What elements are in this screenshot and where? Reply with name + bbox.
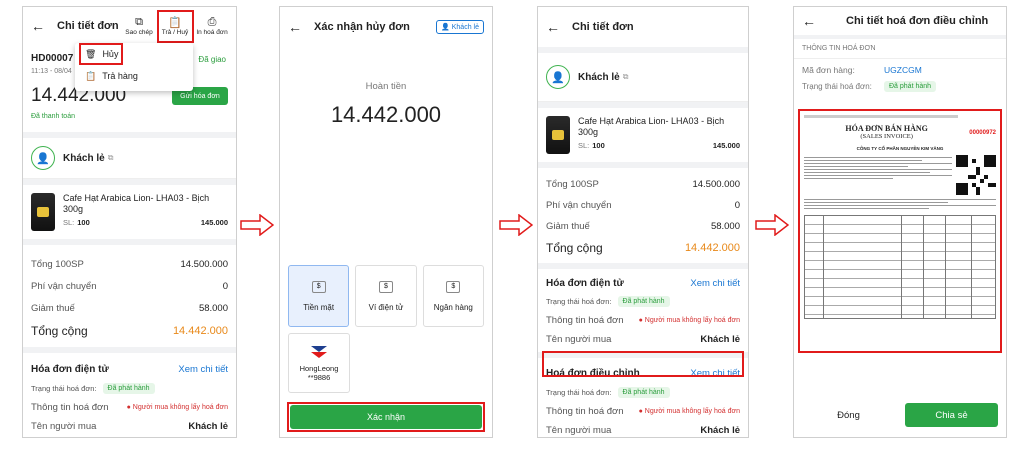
customer-row[interactable]: 👤 Khách lẻ ⧉ xyxy=(23,138,236,179)
grand-total-row: Tổng cộng 14.442.000 xyxy=(546,241,740,255)
summary-row: Phí vận chuyển 0 xyxy=(546,200,740,211)
method-cash[interactable]: $ Tiền mặt xyxy=(288,265,350,327)
back-arrow-icon[interactable]: ← xyxy=(288,19,302,35)
product-image xyxy=(31,193,55,231)
refund-label: Hoàn tiền xyxy=(365,81,407,92)
view-detail-link[interactable]: Xem chi tiết xyxy=(690,278,740,289)
summary-row: Giảm thuế 58.000 xyxy=(31,302,228,314)
status-badge: Đã phát hành xyxy=(102,382,155,394)
method-hongleong[interactable]: HongLeong **9886 xyxy=(288,333,350,393)
summary-row: Tổng 100SP 14.500.000 xyxy=(546,179,740,190)
copy-icon[interactable]: ⧉ xyxy=(108,153,114,163)
user-icon: 👤 xyxy=(441,24,450,31)
einvoice-header: Hóa đơn điện tử Xem chi tiết xyxy=(546,277,740,289)
flow-arrow-icon xyxy=(755,214,789,236)
highlight-return-button xyxy=(157,10,194,43)
status-badge: Đã phát hành xyxy=(884,81,937,92)
invoice-info-row: Thông tin hoá đơn ● Người mua không lấy h… xyxy=(546,314,740,326)
user-icon: 👤 xyxy=(31,146,55,170)
summary-row: Giảm thuế 58.000 xyxy=(546,221,740,232)
einvoice-header: Hóa đơn điện tử Xem chi tiết xyxy=(31,363,228,375)
status-row: Trạng thái hoá đơn: Đã phát hành xyxy=(794,77,1006,96)
user-icon: 👤 xyxy=(546,65,570,89)
product-image xyxy=(546,116,570,154)
invoice-info-row: Thông tin hoá đơn ● Người mua không lấy h… xyxy=(31,401,228,413)
close-button[interactable]: Đóng xyxy=(802,403,895,427)
menu-item-return[interactable]: 📋 Trả hàng xyxy=(75,65,193,87)
highlight-cancel-item xyxy=(79,43,123,65)
copy-button[interactable]: ⧉ Sao chép xyxy=(124,16,154,36)
view-detail-link[interactable]: Xem chi tiết xyxy=(178,364,228,375)
screen-adjust-invoice-detail: ← Chi tiết hoá đơn điều chỉnh THÔNG TIN … xyxy=(793,6,1007,438)
invoice-subtitle: (SALES INVOICE) xyxy=(860,133,913,140)
invoice-status-row: Trạng thái hoá đơn: Đã phát hành xyxy=(538,384,748,401)
method-bank[interactable]: $ Ngân hàng xyxy=(422,265,484,327)
status-badge: Đã phát hành xyxy=(617,387,670,398)
summary-row: Tổng 100SP 14.500.000 xyxy=(31,258,228,270)
qr-code-icon xyxy=(956,155,996,195)
customer-chip[interactable]: 👤 Khách lẻ xyxy=(436,20,484,34)
screen-order-detail-after: ← Chi tiết đơn 👤 Khách lẻ ⧉ Cafe Hạt Ara… xyxy=(537,6,749,438)
back-arrow-icon[interactable]: ← xyxy=(802,13,816,29)
buyer-row: Tên người mua Khách lẻ xyxy=(546,424,740,436)
printer-icon: ⎙ xyxy=(207,16,217,28)
page-title: Chi tiết đơn xyxy=(572,21,634,33)
flow-arrow-icon xyxy=(240,214,274,236)
method-ewallet[interactable]: $ Ví điện tử xyxy=(355,265,417,327)
invoice-info-row: Thông tin hoá đơn ● Người mua không lấy h… xyxy=(546,405,740,417)
flow-arrow-icon xyxy=(499,214,533,236)
screen-confirm-cancel: ← Xác nhận hủy đơn 👤 Khách lẻ Hoàn tiền … xyxy=(279,6,493,438)
share-button[interactable]: Chia sẻ xyxy=(905,403,998,427)
invoice-status-row: Trạng thái hoá đơn: Đã phát hành xyxy=(538,293,748,310)
summary-row: Phí vận chuyển 0 xyxy=(31,280,228,292)
page-title: Xác nhận hủy đơn xyxy=(314,21,410,33)
refund-amount: 14.442.000 xyxy=(330,102,442,127)
copy-icon: ⧉ xyxy=(135,16,143,28)
back-arrow-icon[interactable]: ← xyxy=(31,18,45,34)
highlight-confirm-button xyxy=(287,402,485,432)
product-item: Cafe Hạt Arabica Lion- LHA03 - Bịch 300g… xyxy=(23,185,236,239)
invoice-table xyxy=(804,215,996,319)
invoice-number: 00000972 xyxy=(969,130,996,136)
cash-icon: $ xyxy=(311,280,326,293)
print-button[interactable]: ⎙ In hoá đơn xyxy=(196,16,228,36)
buyer-row: Tên người mua Khách lẻ xyxy=(31,420,228,432)
back-arrow-icon[interactable]: ← xyxy=(546,19,560,35)
bank-icon: $ xyxy=(446,280,461,293)
screen-order-detail: ← Chi tiết đơn ⧉ Sao chép 📋 Trả / Huỷ ⎙ … xyxy=(22,6,237,438)
customer-row[interactable]: 👤 Khách lẻ ⧉ xyxy=(538,53,748,102)
status-badge: Đã phát hành xyxy=(617,296,670,307)
hongleong-logo-icon xyxy=(311,346,327,358)
copy-icon[interactable]: ⧉ xyxy=(623,72,629,82)
page-title: Chi tiết đơn xyxy=(57,20,119,32)
buyer-row: Tên người mua Khách lẻ xyxy=(546,333,740,345)
order-code-row: Mã đơn hàng: UGZCGM xyxy=(802,65,922,75)
invoice-document[interactable]: HÓA ĐƠN BÁN HÀNG (SALES INVOICE) 0000097… xyxy=(798,109,1002,353)
grand-total-row: Tổng cộng 14.442.000 xyxy=(31,324,228,338)
highlight-adjust-invoice xyxy=(542,351,744,377)
wallet-icon: $ xyxy=(378,280,393,293)
order-status: Đã giao xyxy=(198,55,226,64)
product-item: Cafe Hạt Arabica Lion- LHA03 - Bịch 300g… xyxy=(538,108,748,162)
section-title: THÔNG TIN HOÁ ĐƠN xyxy=(794,39,1006,59)
company-name: CÔNG TY CỔ PHẦN NGUYỄN KIM VĂNG xyxy=(856,146,944,151)
invoice-title: HÓA ĐƠN BÁN HÀNG xyxy=(845,124,928,133)
payment-status: Đã thanh toán xyxy=(31,113,75,120)
return-icon: 📋 xyxy=(85,70,97,81)
invoice-status-row: Trạng thái hoá đơn: Đã phát hành xyxy=(23,379,236,397)
page-title: Chi tiết hoá đơn điều chỉnh xyxy=(846,15,989,27)
